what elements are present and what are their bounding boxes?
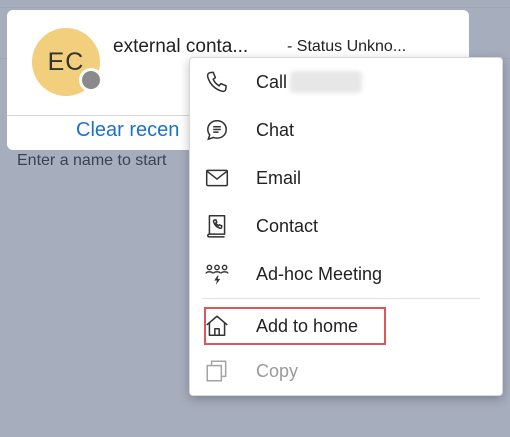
menu-item-label: Copy xyxy=(256,360,299,381)
contact-name[interactable]: external conta... xyxy=(113,36,248,58)
menu-item-label: Chat xyxy=(256,119,295,140)
email-icon xyxy=(203,164,231,192)
highlight-box xyxy=(204,307,386,345)
search-hint-text: Enter a name to start xyxy=(17,152,167,169)
avatar-initials: EC xyxy=(47,47,85,76)
context-menu: Call Chat Email Contact Ad-hoc Meeting A… xyxy=(189,57,503,396)
menu-item-email[interactable]: Email xyxy=(190,154,502,202)
contact-icon xyxy=(203,212,231,240)
clear-recent-link[interactable]: Clear recen xyxy=(76,119,179,142)
contact-status: - Status Unkno... xyxy=(287,38,407,55)
presence-status-dot xyxy=(79,68,103,92)
menu-item-chat[interactable]: Chat xyxy=(190,106,502,154)
redacted-phone-number xyxy=(290,71,362,93)
menu-item-contact[interactable]: Contact xyxy=(190,202,502,250)
menu-item-label: Ad-hoc Meeting xyxy=(256,263,383,284)
menu-item-label: Call xyxy=(256,71,288,92)
menu-item-label: Contact xyxy=(256,215,319,236)
menu-item-adhoc-meeting[interactable]: Ad-hoc Meeting xyxy=(190,250,502,298)
menu-item-call[interactable]: Call xyxy=(190,58,502,106)
phone-icon xyxy=(203,68,231,96)
meeting-icon xyxy=(203,260,231,288)
chat-icon xyxy=(203,116,231,144)
menu-separator xyxy=(202,298,480,299)
background-divider-top xyxy=(0,7,510,8)
menu-item-label: Email xyxy=(256,167,302,188)
copy-icon xyxy=(203,357,231,385)
menu-item-copy: Copy xyxy=(190,347,502,395)
